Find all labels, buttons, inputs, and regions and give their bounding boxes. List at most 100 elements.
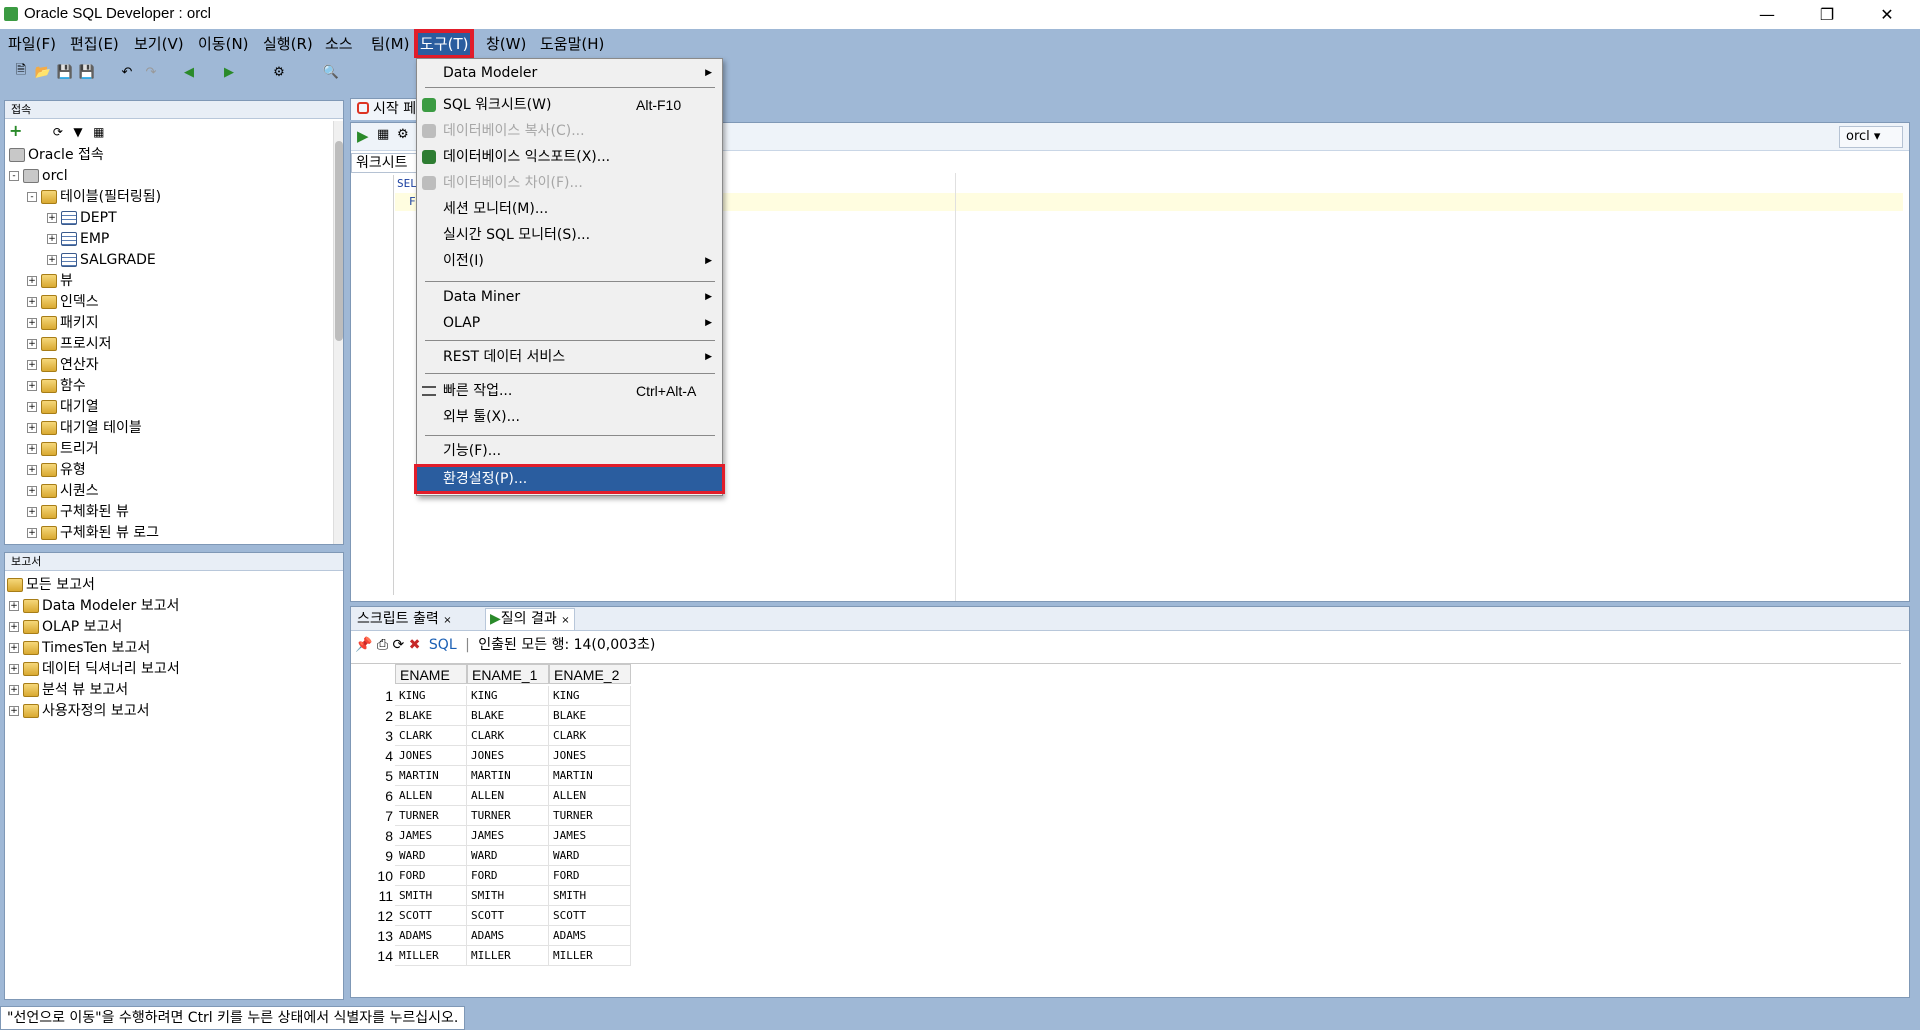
grid-cell[interactable]: ALLEN — [549, 786, 631, 806]
menu-item-db-copy[interactable]: 데이터베이스 복사(C)... — [417, 119, 722, 143]
expand-icon[interactable]: + — [27, 381, 37, 391]
tree-root-oracle-connections[interactable]: Oracle 접속 — [9, 145, 104, 166]
grid-cell[interactable]: JAMES — [467, 826, 549, 846]
tree-item-types[interactable]: + 유형 — [27, 460, 86, 481]
grid-cell[interactable]: CLARK — [467, 726, 549, 746]
grid-cell[interactable]: TURNER — [549, 806, 631, 826]
binoculars-icon[interactable]: 🔍 — [322, 64, 340, 80]
menu-edit[interactable]: 편집(E) — [68, 33, 121, 55]
tree-table-emp[interactable]: + EMP — [47, 229, 109, 250]
minimize-button[interactable]: — — [1744, 0, 1790, 29]
redo-icon[interactable]: ↷ — [142, 64, 160, 80]
grid-cell[interactable]: WARD — [395, 846, 467, 866]
expand-icon[interactable]: + — [9, 601, 19, 611]
row-number[interactable]: 1 — [351, 686, 393, 706]
expand-icon[interactable]: + — [9, 643, 19, 653]
tree-item-triggers[interactable]: + 트리거 — [27, 439, 99, 460]
menu-item-sql-worksheet[interactable]: SQL 워크시트(W) Alt-F10 — [417, 93, 722, 117]
run-script-icon[interactable]: ▦ — [377, 127, 389, 142]
row-number[interactable]: 11 — [351, 886, 393, 906]
menu-window[interactable]: 창(W) — [484, 33, 528, 55]
add-connection-icon[interactable]: + — [9, 121, 22, 140]
tree-report-timesten[interactable]: + TimesTen 보고서 — [9, 638, 150, 659]
tree-table-salgrade[interactable]: + SALGRADE — [47, 250, 156, 271]
grid-cell[interactable]: BLAKE — [467, 706, 549, 726]
row-number[interactable]: 6 — [351, 786, 393, 806]
tree-report-user-defined[interactable]: + 사용자정의 보고서 — [9, 701, 150, 722]
tree-all-reports[interactable]: 모든 보고서 — [7, 575, 95, 596]
grid-cell[interactable]: BLAKE — [395, 706, 467, 726]
menu-item-realtime-sql-monitor[interactable]: 실시간 SQL 모니터(S)... — [417, 223, 722, 247]
grid-cell[interactable]: FORD — [395, 866, 467, 886]
collapse-icon[interactable]: - — [27, 192, 37, 202]
column-header[interactable]: ENAME_2 — [549, 664, 631, 684]
tree-connection-orcl[interactable]: - orcl — [9, 166, 68, 187]
forward-icon[interactable]: ▶ — [220, 64, 238, 80]
filter-icon[interactable]: ▼ — [73, 125, 82, 139]
expand-icon[interactable]: + — [9, 622, 19, 632]
grid-cell[interactable]: ADAMS — [395, 926, 467, 946]
grid-cell[interactable]: MARTIN — [467, 766, 549, 786]
menu-item-external-tools[interactable]: 외부 툴(X)... — [417, 405, 722, 429]
grid-cell[interactable]: MARTIN — [395, 766, 467, 786]
expand-icon[interactable]: + — [27, 423, 37, 433]
close-button[interactable]: ✕ — [1864, 0, 1910, 29]
expand-icon[interactable]: + — [27, 465, 37, 475]
menu-item-data-modeler[interactable]: Data Modeler ▶ — [417, 61, 722, 85]
expand-icon[interactable]: + — [27, 318, 37, 328]
column-header[interactable]: ENAME_1 — [467, 664, 549, 684]
menu-help[interactable]: 도움말(H) — [538, 33, 606, 55]
results-grid[interactable]: ENAME ENAME_1 ENAME_2 1 KING KING KING 2 BLAKE BL… — [351, 663, 1901, 993]
expand-icon[interactable]: + — [27, 486, 37, 496]
expand-icon[interactable]: + — [27, 339, 37, 349]
expand-icon[interactable]: + — [27, 360, 37, 370]
grid-cell[interactable]: ALLEN — [467, 786, 549, 806]
menu-item-db-diff[interactable]: 데이터베이스 차이(F)... — [417, 171, 722, 195]
menu-item-data-miner[interactable]: Data Miner ▶ — [417, 285, 722, 309]
grid-cell[interactable]: FORD — [467, 866, 549, 886]
new-icon[interactable]: 🗎 — [12, 63, 30, 80]
expand-icon[interactable]: + — [9, 685, 19, 695]
menu-item-session-monitor[interactable]: 세션 모니터(M)... — [417, 197, 722, 221]
grid-cell[interactable]: MILLER — [549, 946, 631, 966]
row-number[interactable]: 13 — [351, 926, 393, 946]
grid-cell[interactable]: JAMES — [549, 826, 631, 846]
expand-icon[interactable]: + — [9, 664, 19, 674]
row-number[interactable]: 8 — [351, 826, 393, 846]
tree-item-views[interactable]: + 뷰 — [27, 271, 73, 292]
undo-icon[interactable]: ↶ — [118, 64, 136, 80]
expand-icon[interactable]: + — [47, 213, 57, 223]
tree-item-mviews[interactable]: + 구체화된 뷰 — [27, 502, 129, 523]
row-number[interactable]: 14 — [351, 946, 393, 966]
grid-cell[interactable]: BLAKE — [549, 706, 631, 726]
menu-item-db-export[interactable]: 데이터베이스 익스포트(X)... — [417, 145, 722, 169]
tree-item-indexes[interactable]: + 인덱스 — [27, 292, 99, 313]
grid-cell[interactable]: SCOTT — [549, 906, 631, 926]
row-number[interactable]: 10 — [351, 866, 393, 886]
tree-item-functions[interactable]: + 함수 — [27, 376, 86, 397]
tree-item-queues[interactable]: + 대기열 — [27, 397, 99, 418]
expand-icon[interactable]: + — [27, 507, 37, 517]
grid-cell[interactable]: KING — [395, 686, 467, 706]
grid-cell[interactable]: MARTIN — [549, 766, 631, 786]
tree-report-data-modeler[interactable]: + Data Modeler 보고서 — [9, 596, 179, 617]
close-tab-icon[interactable]: × — [561, 615, 569, 626]
tree-report-analytic-view[interactable]: + 분석 뷰 보고서 — [9, 680, 128, 701]
expand-icon[interactable]: + — [27, 297, 37, 307]
refresh-icon[interactable]: ⟳ — [393, 637, 405, 653]
save-icon[interactable]: 💾 — [56, 64, 74, 80]
menu-item-preferences[interactable]: 환경설정(P)... — [414, 464, 725, 494]
tree-item-queue-tables[interactable]: + 대기열 테이블 — [27, 418, 142, 439]
tree-item-operators[interactable]: + 연산자 — [27, 355, 99, 376]
save-all-icon[interactable]: 💾 — [78, 64, 96, 80]
row-number[interactable]: 7 — [351, 806, 393, 826]
pin-icon[interactable]: 📌 — [355, 637, 372, 653]
tree-report-olap[interactable]: + OLAP 보고서 — [9, 617, 122, 638]
grid-cell[interactable]: FORD — [549, 866, 631, 886]
expand-icon[interactable]: + — [47, 234, 57, 244]
tree-item-mview-logs[interactable]: + 구체화된 뷰 로그 — [27, 523, 159, 544]
grid-cell[interactable]: KING — [467, 686, 549, 706]
commit-icon[interactable]: ⚙ — [397, 127, 409, 142]
expand-icon[interactable]: + — [47, 255, 57, 265]
expand-icon[interactable]: + — [27, 528, 37, 538]
